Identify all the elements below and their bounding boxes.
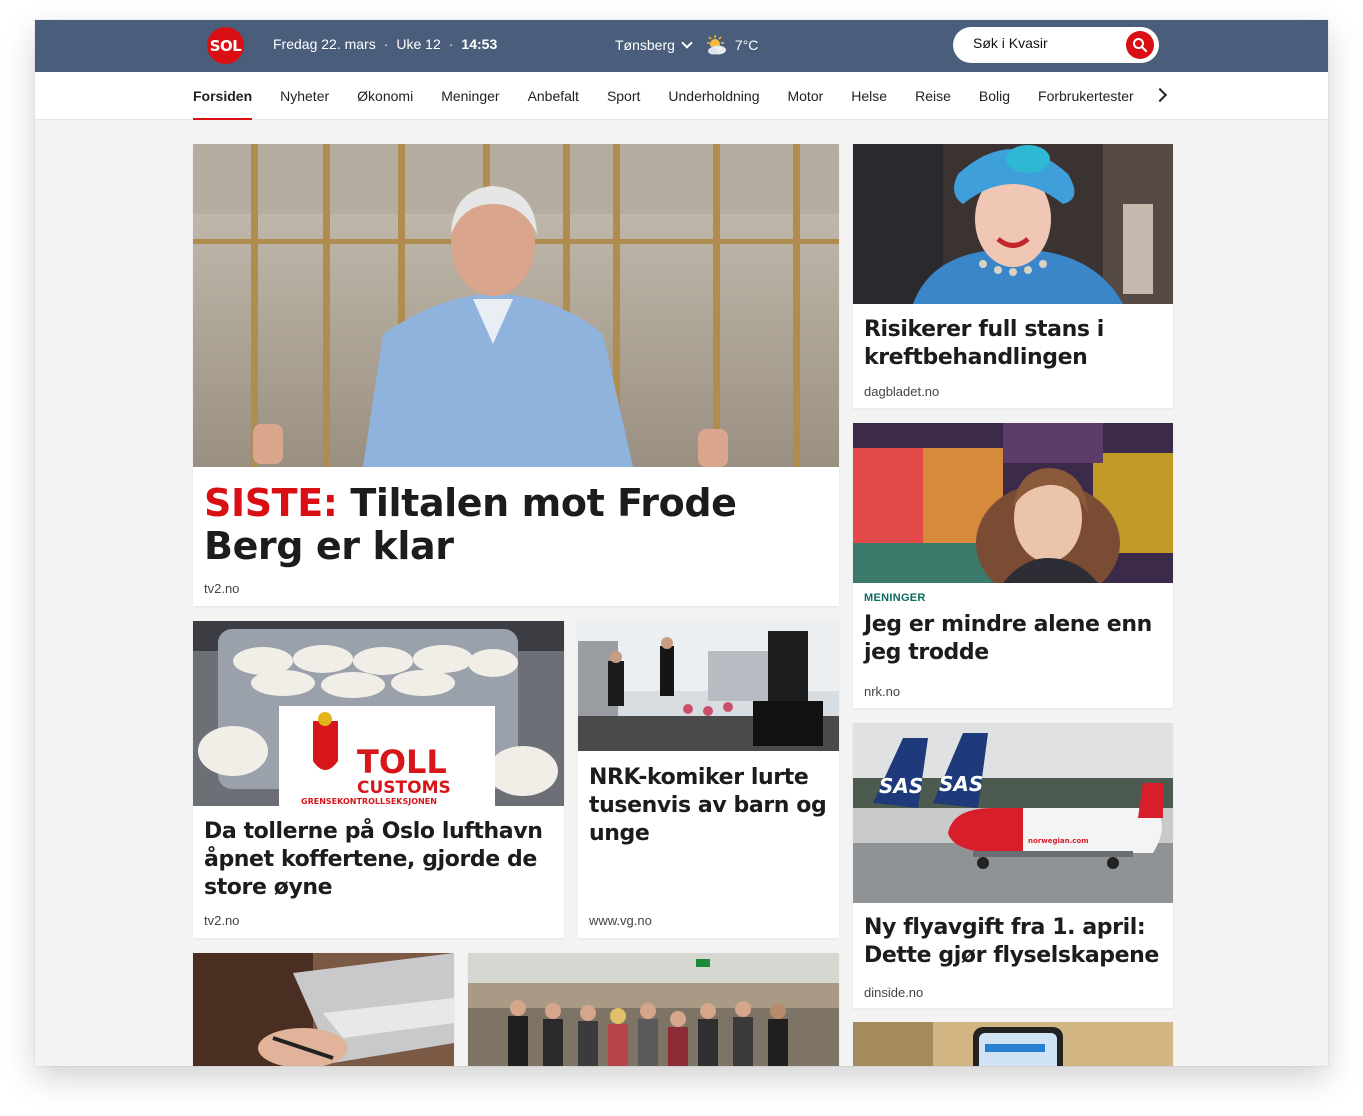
article-headline: SISTE: Tiltalen mot Frode Berg er klar — [204, 482, 827, 568]
nav-item-reise[interactable]: Reise — [915, 72, 951, 120]
article-image — [193, 144, 839, 467]
browser-window: SOL Fredag 22. mars · Uke 12 · 14:53 Tøn… — [35, 20, 1328, 1066]
article-body: Risikerer full stans i kreftbehandlingen — [864, 316, 1161, 372]
article-image — [468, 953, 839, 1066]
nav-item-sport[interactable]: Sport — [607, 72, 640, 120]
search-button[interactable] — [1126, 31, 1154, 59]
sol-logo[interactable]: SOL — [207, 27, 244, 64]
category-nav: Forsiden Nyheter Økonomi Meninger Anbefalt Sp… — [35, 72, 1328, 120]
separator-dot: · — [448, 36, 454, 52]
article-card-toll[interactable]: TOLL CUSTOMS GRENSEKONTROLLSEKSJONEN Da … — [193, 621, 564, 938]
nav-item-meninger[interactable]: Meninger — [441, 72, 499, 120]
article-image — [853, 1022, 1173, 1066]
article-card-alene[interactable]: MENINGER Jeg er mindre alene enn jeg tro… — [853, 423, 1173, 708]
section-kicker: MENINGER — [864, 592, 926, 604]
article-headline: Jeg er mindre alene enn jeg trodde — [864, 612, 1152, 665]
nav-item-nyheter[interactable]: Nyheter — [280, 72, 329, 120]
nav-item-anbefalt[interactable]: Anbefalt — [528, 72, 579, 120]
nav-item-helse[interactable]: Helse — [851, 72, 887, 120]
article-image — [853, 423, 1173, 583]
search-box — [953, 27, 1159, 63]
article-headline: NRK-komiker lurte tusenvis av barn og un… — [589, 765, 827, 846]
nav-item-bolig[interactable]: Bolig — [979, 72, 1010, 120]
article-card-nrk[interactable]: NRK-komiker lurte tusenvis av barn og un… — [578, 621, 839, 938]
article-card-phone[interactable] — [853, 1022, 1173, 1066]
image-text-sas-2: SAS — [939, 772, 983, 796]
image-text-toll: TOLL — [357, 743, 447, 781]
separator-dot: · — [383, 36, 389, 52]
nav-list: Forsiden Nyheter Økonomi Meninger Anbefalt Sp… — [193, 72, 1162, 120]
partly-sunny-icon — [703, 34, 729, 56]
search-icon — [1133, 38, 1148, 53]
article-headline: Risikerer full stans i kreftbehandlingen — [864, 317, 1104, 370]
article-body: Da tollerne på Oslo lufthavn åpnet koffe… — [204, 818, 552, 902]
search-input[interactable] — [973, 35, 1113, 51]
article-card-kreft[interactable]: Risikerer full stans i kreftbehandlingen… — [853, 144, 1173, 408]
weather-widget[interactable]: Tønsberg 7°C — [615, 34, 758, 56]
week-text: Uke 12 — [396, 36, 441, 52]
article-headline: Da tollerne på Oslo lufthavn åpnet koffe… — [204, 819, 543, 900]
nav-item-motor[interactable]: Motor — [787, 72, 823, 120]
image-text-norwegian: norwegian.com — [1028, 837, 1089, 845]
article-source: tv2.no — [204, 581, 240, 596]
article-headline: Ny flyavgift fra 1. april: Dette gjør fl… — [864, 915, 1159, 968]
location-text: Tønsberg — [615, 37, 675, 53]
nav-item-forbrukertester[interactable]: Forbrukertester — [1038, 72, 1134, 120]
article-body: SISTE: Tiltalen mot Frode Berg er klar — [204, 482, 827, 568]
nav-item-økonomi[interactable]: Økonomi — [357, 72, 413, 120]
nav-item-underholdning[interactable]: Underholdning — [668, 72, 759, 120]
article-image — [578, 621, 839, 751]
article-source: tv2.no — [204, 913, 240, 928]
article-card-laptop[interactable] — [193, 953, 454, 1066]
article-card-group[interactable] — [468, 953, 839, 1066]
chevron-down-icon — [681, 37, 693, 49]
article-card-fly[interactable]: SAS SAS norwegian.com Ny flyavgift fra 1… — [853, 723, 1173, 1008]
article-image: SAS SAS norwegian.com — [853, 723, 1173, 903]
article-image: TOLL CUSTOMS GRENSEKONTROLLSEKSJONEN — [193, 621, 564, 806]
article-source: nrk.no — [864, 684, 901, 699]
article-source: dinside.no — [864, 985, 924, 1000]
article-image — [853, 144, 1173, 304]
date-text: Fredag 22. mars — [273, 36, 376, 52]
image-text-customs: CUSTOMS — [357, 778, 451, 798]
time-text: 14:53 — [461, 36, 498, 52]
temperature-text: 7°C — [734, 37, 759, 53]
image-text-grense: GRENSEKONTROLLSEKSJONEN — [301, 797, 437, 806]
article-body: NRK-komiker lurte tusenvis av barn og un… — [589, 764, 827, 848]
article-image — [193, 953, 454, 1066]
article-body: Ny flyavgift fra 1. april: Dette gjør fl… — [864, 914, 1161, 970]
article-body: MENINGER Jeg er mindre alene enn jeg tro… — [864, 592, 1161, 667]
article-source: www.vg.no — [589, 913, 652, 928]
image-text-sas-1: SAS — [879, 774, 923, 798]
top-bar: SOL Fredag 22. mars · Uke 12 · 14:53 Tøn… — [35, 20, 1328, 72]
date-info: Fredag 22. mars · Uke 12 · 14:53 — [273, 36, 497, 52]
article-card-main[interactable]: SISTE: Tiltalen mot Frode Berg er klar t… — [193, 144, 839, 606]
nav-item-forsiden[interactable]: Forsiden — [193, 72, 253, 120]
breaking-prefix: SISTE: — [204, 481, 338, 525]
article-source: dagbladet.no — [864, 384, 940, 399]
